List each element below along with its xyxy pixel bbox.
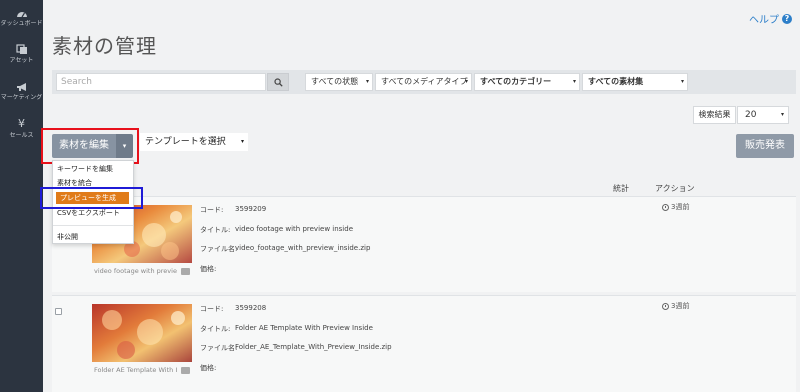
asset-caption: Folder AE Template With I [92,364,192,377]
menu-item-unpublish[interactable]: 非公開 [53,231,133,243]
media-type-filter-value: すべてのメディアタイプ [381,77,468,86]
sidebar-item-assets[interactable]: アセット [0,44,43,65]
filename-label: ファイル名: [200,344,238,352]
search-icon [273,77,283,87]
title-value: video footage with preview inside [235,225,354,233]
clock-icon [662,203,669,211]
sidebar-item-marketing[interactable]: マーケティング [0,82,43,102]
template-select[interactable]: テンプレートを選択 ▾ [140,133,248,151]
code-label: コード: [200,206,224,214]
caret-down-icon: ▾ [365,78,369,85]
ae-file-icon [181,367,190,374]
dashboard-icon [16,12,27,18]
category-filter-value: すべてのカテゴリー [480,77,552,86]
caret-down-icon: ▾ [572,78,576,85]
sidebar-item-sales[interactable]: ¥ セールス [0,118,43,140]
stats-column-header: 統計 [613,184,629,193]
filename-value: video_footage_with_preview_inside.zip [235,244,371,252]
asset-caption: video footage with previe [92,265,192,278]
question-icon: ? [782,13,792,24]
code-label: コード: [200,305,224,313]
table-row: Folder AE Template With I コード: 3599208 タ… [52,295,796,392]
media-type-filter[interactable]: すべてのメディアタイプ ▾ [375,73,472,91]
page-title: 素材の管理 [52,34,157,58]
help-link[interactable]: ヘルプ ? [749,11,792,26]
help-label: ヘルプ [749,15,779,26]
caret-down-icon: ▾ [240,138,244,145]
caret-down-icon: ▾ [464,78,468,85]
asset-caption-text: Folder AE Template With I [94,366,178,374]
caret-down-icon: ▾ [680,78,684,85]
results-per-page-select[interactable]: 20 ▾ [737,106,789,124]
yen-icon: ¥ [18,117,25,130]
title-value: Folder AE Template With Preview Inside [235,324,373,332]
sidebar-item-label: セールス [9,132,34,139]
template-select-value: テンプレートを選択 [145,137,226,147]
megaphone-icon [16,83,26,91]
sidebar: ダッシュボード アセット マーケティング ¥ セールス [0,0,43,392]
time-stamp: 3週前 [662,202,689,212]
search-input[interactable] [56,73,266,91]
caret-down-icon: ▾ [780,111,784,118]
asset-caption-text: video footage with previe [94,267,177,275]
action-column-header: アクション [655,184,695,193]
search-button[interactable] [267,73,289,91]
sidebar-item-label: アセット [9,57,34,64]
sidebar-item-dashboard[interactable]: ダッシュボード [0,8,43,28]
menu-divider [53,225,133,226]
asset-thumbnail[interactable] [92,304,192,362]
results-per-page-value: 20 [745,110,757,120]
menu-item-edit-keywords[interactable]: キーワードを編集 [53,163,133,175]
table-row: video footage with previe コード: 3599209 タ… [52,196,796,292]
highlight-box-red [41,128,139,164]
row-checkbox[interactable] [55,308,62,315]
publish-button[interactable]: 販売発表 [736,134,794,158]
filename-label: ファイル名: [200,245,238,253]
assets-icon [15,44,27,54]
status-filter[interactable]: すべての状態 ▾ [305,73,373,91]
video-camera-icon [181,268,190,275]
price-label: 価格: [200,265,217,273]
status-filter-value: すべての状態 [311,77,359,86]
sidebar-item-label: マーケティング [0,94,43,101]
code-value: 3599209 [235,205,267,213]
results-label: 検索結果 [693,106,736,124]
title-label: タイトル: [200,226,231,234]
highlight-box-blue [40,187,143,209]
category-filter[interactable]: すべてのカテゴリー ▾ [474,73,580,91]
sidebar-item-label: ダッシュボード [0,20,43,27]
filename-value: Folder_AE_Template_With_Preview_Inside.z… [235,343,392,351]
code-value: 3599208 [235,304,267,312]
title-label: タイトル: [200,325,231,333]
asset-set-filter-value: すべての素材集 [588,77,644,86]
asset-set-filter[interactable]: すべての素材集 ▾ [582,73,688,91]
time-stamp-value: 3週前 [671,203,690,211]
time-stamp-value: 3週前 [671,302,690,310]
time-stamp: 3週前 [662,301,689,311]
clock-icon [662,302,669,310]
price-label: 価格: [200,364,217,372]
